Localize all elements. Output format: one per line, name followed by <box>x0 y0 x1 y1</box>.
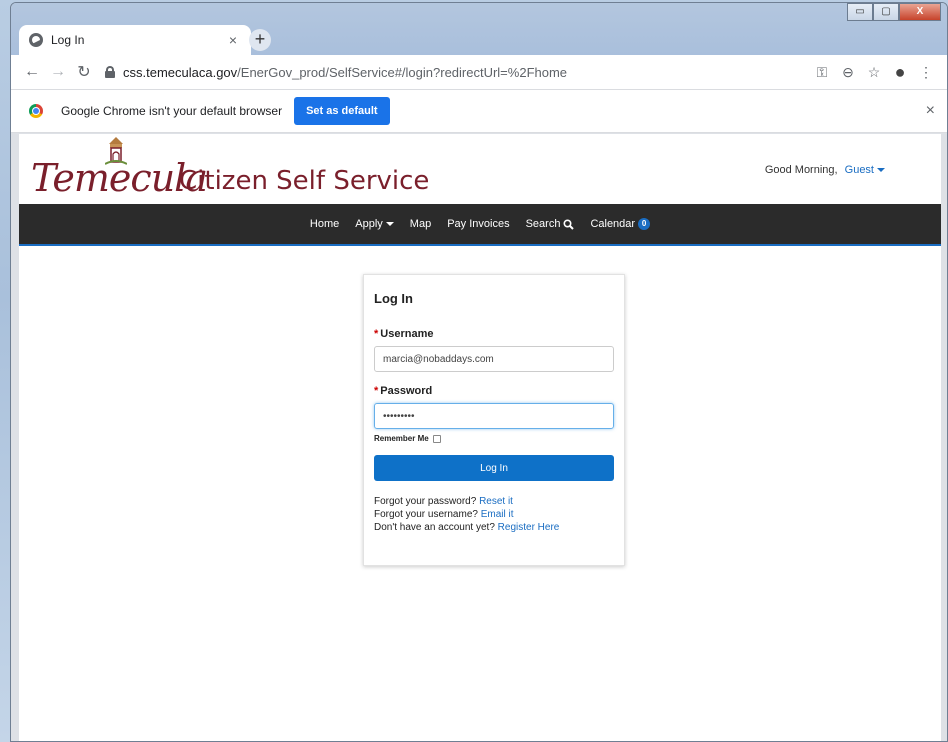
nav-search-label: Search <box>525 218 561 230</box>
new-tab-button[interactable]: + <box>249 29 271 51</box>
tab-close-icon[interactable]: × <box>225 32 241 48</box>
login-card: Log In * Username marcia@nobaddays.com * P… <box>363 274 625 566</box>
remember-me-row: Remember Me <box>374 434 614 443</box>
password-label-text: Password <box>380 385 433 397</box>
nav-home[interactable]: Home <box>310 218 339 230</box>
url-path: /EnerGov_prod/SelfService#/login?redirec… <box>237 64 568 80</box>
set-as-default-button[interactable]: Set as default <box>294 97 390 125</box>
username-label-text: Username <box>380 328 434 340</box>
no-account-text: Don't have an account yet? <box>374 522 495 533</box>
email-username-link[interactable]: Email it <box>481 509 514 520</box>
tab-login[interactable]: Log In × <box>19 25 251 55</box>
zoom-icon[interactable]: ⊖ <box>835 59 861 85</box>
register-link[interactable]: Register Here <box>498 522 560 533</box>
required-marker: * <box>374 385 379 397</box>
chrome-logo-icon <box>29 104 43 118</box>
url-host: css.temeculaca.gov <box>123 64 238 80</box>
nav-map[interactable]: Map <box>410 218 431 230</box>
forgot-password-row: Forgot your password? Reset it <box>374 495 614 508</box>
nav-pay-invoices[interactable]: Pay Invoices <box>447 218 509 230</box>
forgot-username-row: Forgot your username? Email it <box>374 508 614 521</box>
guest-user-menu[interactable]: Guest <box>845 164 885 176</box>
chevron-down-icon <box>877 168 885 173</box>
navbar-accent-line <box>19 244 941 246</box>
main-navbar: Home Apply Map Pay Invoices Search Calen… <box>19 204 941 244</box>
remember-me-checkbox[interactable] <box>432 434 441 443</box>
tab-title: Log In <box>51 33 85 47</box>
menu-icon[interactable]: ⋮ <box>913 59 939 85</box>
profile-icon[interactable]: ● <box>887 59 913 85</box>
nav-calendar-label: Calendar <box>590 218 636 230</box>
username-label: * Username <box>374 328 614 340</box>
page-content: Temecula Citizen Self Service Good Morni… <box>19 134 941 741</box>
lock-icon <box>105 66 115 78</box>
reload-icon[interactable]: ↻ <box>71 59 97 85</box>
maximize-button[interactable]: ▢ <box>873 3 899 21</box>
forgot-password-text: Forgot your password? <box>374 496 477 507</box>
reset-password-link[interactable]: Reset it <box>479 496 513 507</box>
nav-apply[interactable]: Apply <box>355 218 394 230</box>
browser-toolbar: ← → ↻ css.temeculaca.gov /EnerGov_prod/S… <box>11 55 947 89</box>
browser-window: Log In × + ▭ ▢ X ← → ↻ css.temeculaca.go… <box>10 2 948 742</box>
nav-calendar[interactable]: Calendar 0 <box>590 218 651 230</box>
tab-strip: Log In × + ▭ ▢ X <box>11 3 947 55</box>
guest-label: Guest <box>844 164 874 176</box>
required-marker: * <box>374 328 379 340</box>
username-input[interactable]: marcia@nobaddays.com <box>374 346 614 372</box>
greeting-text: Good Morning, <box>764 164 838 176</box>
login-button[interactable]: Log In <box>374 455 614 481</box>
login-title: Log In <box>374 291 413 306</box>
search-icon <box>563 218 575 230</box>
toolbar-icons: ⚿ ⊖ ☆ ● ⋮ <box>809 59 939 85</box>
infobar-close-icon[interactable]: × <box>926 102 935 120</box>
password-label: * Password <box>374 385 614 397</box>
star-icon[interactable]: ☆ <box>861 59 887 85</box>
help-links: Forgot your password? Reset it Forgot yo… <box>374 495 614 534</box>
calendar-count-badge: 0 <box>638 218 651 230</box>
address-bar[interactable]: css.temeculaca.gov /EnerGov_prod/SelfSer… <box>105 65 809 80</box>
forward-arrow-icon[interactable]: → <box>45 59 71 85</box>
nav-apply-label: Apply <box>355 218 383 230</box>
key-icon[interactable]: ⚿ <box>809 59 835 85</box>
password-input[interactable]: ••••••••• <box>374 403 614 429</box>
globe-icon <box>29 33 43 47</box>
minimize-button[interactable]: ▭ <box>847 3 873 21</box>
default-browser-infobar: Google Chrome isn't your default browser… <box>11 89 947 133</box>
back-arrow-icon[interactable]: ← <box>19 59 45 85</box>
site-header: Temecula Citizen Self Service Good Morni… <box>19 134 941 204</box>
remember-me-label: Remember Me <box>374 434 429 443</box>
site-title: Citizen Self Service <box>179 166 430 196</box>
infobar-message: Google Chrome isn't your default browser <box>61 104 283 118</box>
window-close-button[interactable]: X <box>899 3 941 21</box>
register-row: Don't have an account yet? Register Here <box>374 521 614 534</box>
window-controls: ▭ ▢ X <box>847 3 941 23</box>
nav-search[interactable]: Search <box>526 218 575 230</box>
forgot-username-text: Forgot your username? <box>374 509 478 520</box>
chevron-down-icon <box>385 222 394 226</box>
user-greeting: Good Morning, Guest <box>765 164 885 176</box>
